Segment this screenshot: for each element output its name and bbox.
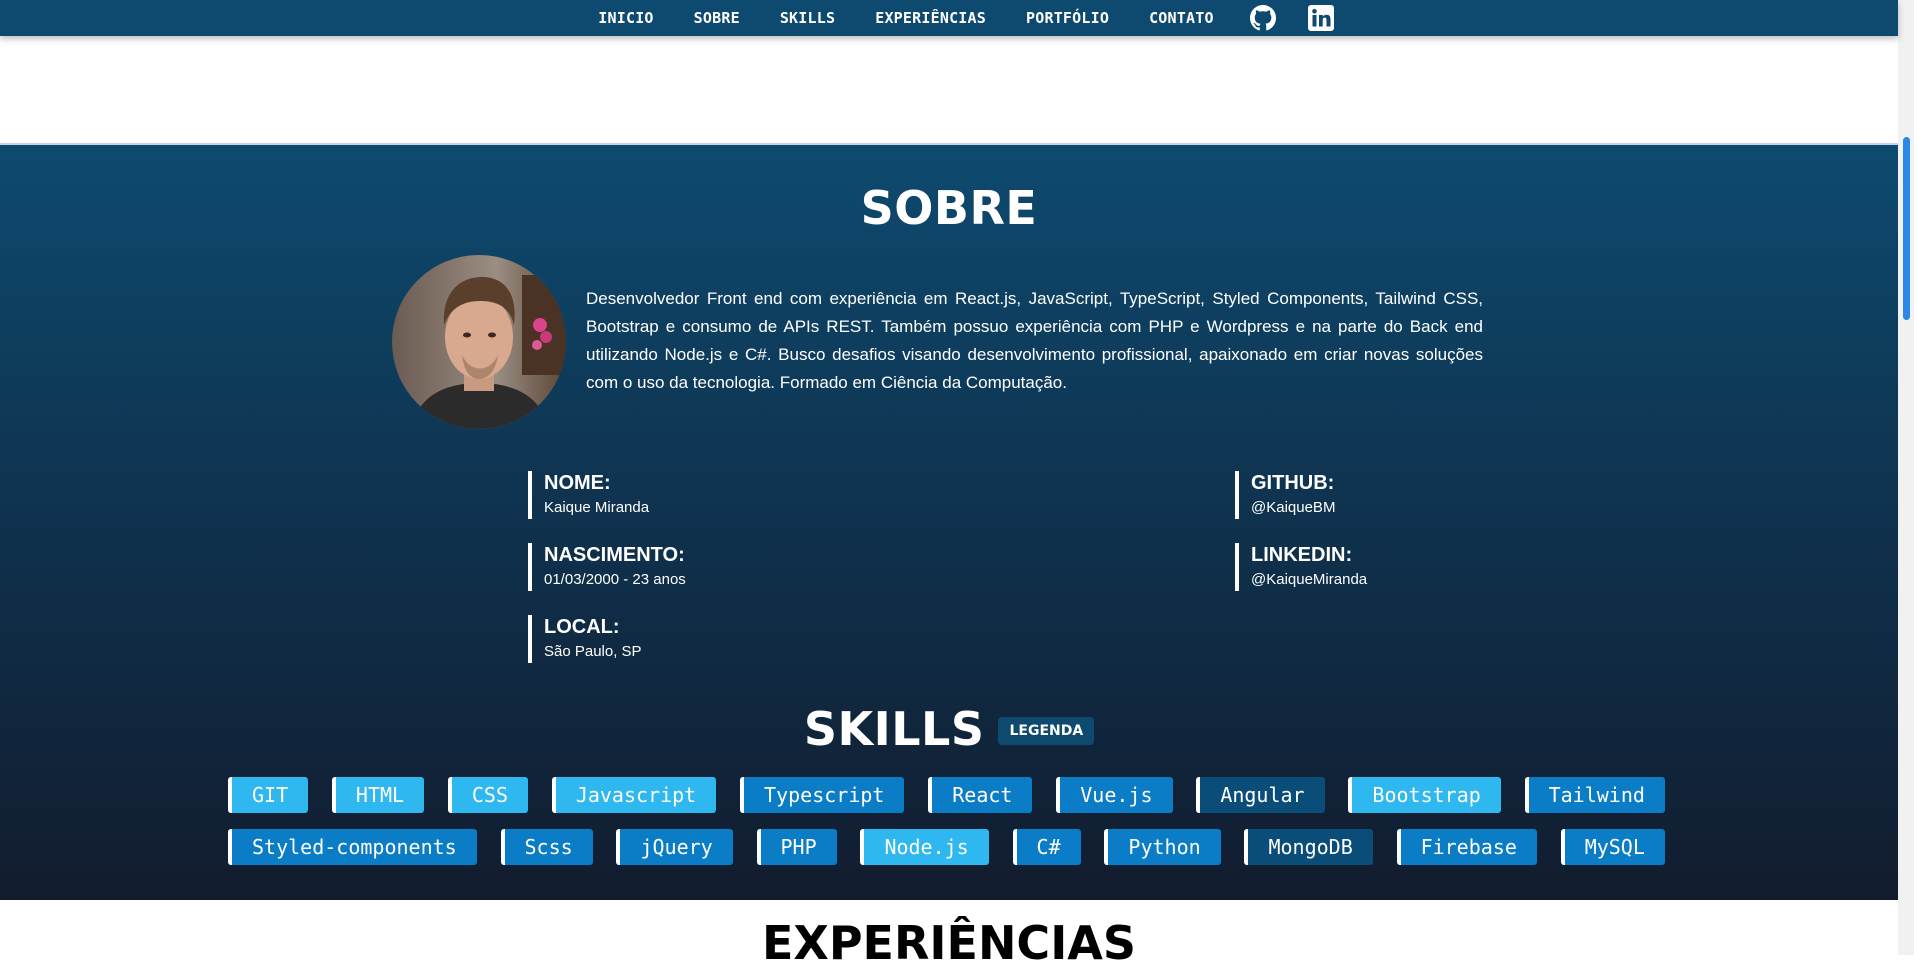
info-nascimento: NASCIMENTO: 01/03/2000 - 23 anos	[528, 543, 686, 591]
sobre-section: SOBRE Desenvolvedor Front end com experi…	[0, 143, 1898, 900]
info-local-label: LOCAL:	[544, 616, 620, 638]
skills-row-2: Styled-components Scss jQuery PHP Node.j…	[228, 829, 1665, 865]
skills-title: SKILLS	[803, 702, 985, 756]
skill-chip-scss[interactable]: Scss	[500, 829, 593, 865]
legend-button[interactable]: LEGENDA	[998, 717, 1095, 745]
github-icon[interactable]	[1249, 5, 1276, 31]
info-github: GITHUB: @KaiqueBM	[1235, 471, 1335, 519]
nav-link-experiencias[interactable]: EXPERIÊNCIAS	[875, 9, 986, 27]
skill-chip-vuejs[interactable]: Vue.js	[1056, 777, 1173, 813]
nav-link-inicio[interactable]: INICIO	[598, 9, 653, 27]
skill-chip-typescript[interactable]: Typescript	[740, 777, 905, 813]
info-github-value: @KaiqueBM	[1251, 499, 1336, 516]
skill-chip-javascript[interactable]: Javascript	[551, 777, 717, 813]
info-linkedin-value: @KaiqueMiranda	[1251, 571, 1368, 588]
info-nome-value: Kaique Miranda	[544, 499, 650, 516]
info-github-label: GITHUB:	[1251, 472, 1335, 494]
skill-chip-styled-components[interactable]: Styled-components	[228, 829, 477, 865]
avatar	[392, 255, 566, 429]
sobre-title: SOBRE	[860, 181, 1038, 235]
skill-chip-css[interactable]: CSS	[447, 777, 529, 813]
scrollbar[interactable]	[1898, 0, 1914, 955]
info-nascimento-label: NASCIMENTO:	[544, 544, 685, 566]
info-nascimento-value: 01/03/2000 - 23 anos	[544, 571, 686, 588]
skill-chip-jquery[interactable]: jQuery	[616, 829, 733, 865]
linkedin-icon[interactable]	[1307, 5, 1334, 31]
skill-chip-nodejs[interactable]: Node.js	[860, 829, 989, 865]
skill-chip-python[interactable]: Python	[1104, 829, 1221, 865]
skill-chip-react[interactable]: React	[928, 777, 1033, 813]
bio-text: Desenvolvedor Front end com experiência …	[586, 289, 1483, 392]
skill-chip-php[interactable]: PHP	[756, 829, 837, 865]
skill-chip-html[interactable]: HTML	[331, 777, 425, 813]
skill-chip-bootstrap[interactable]: Bootstrap	[1348, 777, 1501, 813]
info-local-value: São Paulo, SP	[544, 643, 642, 660]
nav-link-skills[interactable]: SKILLS	[780, 9, 835, 27]
info-linkedin: LINKEDIN: @KaiqueMiranda	[1235, 543, 1367, 591]
skill-chip-mongodb[interactable]: MongoDB	[1244, 829, 1373, 865]
skill-chip-firebase[interactable]: Firebase	[1396, 829, 1537, 865]
info-linkedin-label: LINKEDIN:	[1251, 544, 1353, 566]
nav-links: INICIO SOBRE SKILLS EXPERIÊNCIAS PORTFÓL…	[578, 5, 1349, 31]
skill-chip-angular[interactable]: Angular	[1196, 777, 1325, 813]
nav-link-sobre[interactable]: SOBRE	[694, 9, 740, 27]
skills-row-1: GIT HTML CSS Javascript Typescript React…	[228, 777, 1665, 813]
skills-header: SKILLS LEGENDA	[0, 702, 1898, 756]
scrollbar-thumb[interactable]	[1903, 137, 1910, 320]
nav-link-portfolio[interactable]: PORTFÓLIO	[1026, 9, 1109, 27]
skill-chip-git[interactable]: GIT	[228, 777, 309, 813]
info-local: LOCAL: São Paulo, SP	[528, 615, 642, 663]
skill-chip-csharp[interactable]: C#	[1012, 829, 1081, 865]
navbar: INICIO SOBRE SKILLS EXPERIÊNCIAS PORTFÓL…	[0, 0, 1898, 36]
nav-link-contato[interactable]: CONTATO	[1149, 9, 1214, 27]
experiencias-title: EXPERIÊNCIAS	[761, 916, 1137, 970]
info-nome-label: NOME:	[544, 472, 611, 494]
skill-chip-mysql[interactable]: MySQL	[1560, 829, 1665, 865]
info-nome: NOME: Kaique Miranda	[528, 471, 649, 519]
skill-chip-tailwind[interactable]: Tailwind	[1524, 777, 1665, 813]
